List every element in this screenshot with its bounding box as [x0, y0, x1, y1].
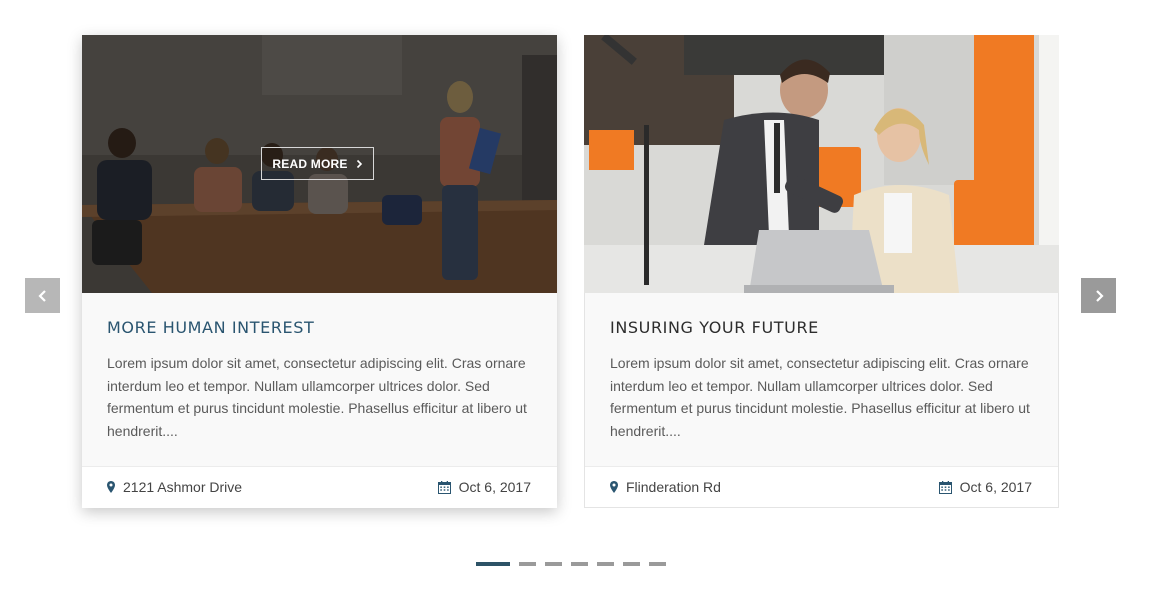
- card-image: [584, 35, 1059, 293]
- pagination-dot-7[interactable]: [649, 562, 666, 566]
- card-body: INSURING YOUR FUTURE Lorem ipsum dolor s…: [585, 293, 1058, 467]
- card-date: Oct 6, 2017: [437, 479, 531, 495]
- carousel-next-button[interactable]: [1081, 278, 1116, 313]
- card-footer: Flinderation Rd Oct 6, 2017: [585, 467, 1058, 507]
- chevron-right-icon: [1095, 289, 1104, 302]
- carousel-prev-button[interactable]: [25, 278, 60, 313]
- location-text: Flinderation Rd: [626, 479, 721, 495]
- read-more-label: READ MORE: [272, 156, 348, 171]
- carousel-pagination: [476, 562, 666, 566]
- map-marker-icon: [107, 481, 115, 493]
- card-title[interactable]: INSURING YOUR FUTURE: [610, 318, 1033, 338]
- pagination-dot-1[interactable]: [476, 562, 510, 566]
- card-image: READ MORE: [82, 35, 557, 293]
- calendar-icon: [437, 480, 451, 494]
- card-date: Oct 6, 2017: [938, 479, 1032, 495]
- office-laptop-photo: [584, 35, 1059, 293]
- card-excerpt: Lorem ipsum dolor sit amet, consectetur …: [610, 355, 1030, 439]
- card-location: Flinderation Rd: [610, 479, 721, 495]
- event-card-1[interactable]: READ MORE MORE HUMAN INTEREST Lorem ipsu…: [82, 35, 557, 508]
- read-more-button[interactable]: READ MORE: [261, 147, 374, 180]
- card-title[interactable]: MORE HUMAN INTEREST: [107, 318, 532, 338]
- date-text: Oct 6, 2017: [458, 479, 531, 495]
- chevron-left-icon: [37, 289, 46, 302]
- pagination-dot-4[interactable]: [571, 562, 588, 566]
- pagination-dot-6[interactable]: [623, 562, 640, 566]
- card-body: MORE HUMAN INTEREST Lorem ipsum dolor si…: [82, 293, 557, 467]
- date-text: Oct 6, 2017: [959, 479, 1032, 495]
- location-text: 2121 Ashmor Drive: [123, 479, 243, 495]
- event-card-2[interactable]: INSURING YOUR FUTURE Lorem ipsum dolor s…: [584, 35, 1059, 508]
- card-location: 2121 Ashmor Drive: [107, 479, 242, 495]
- pagination-dot-5[interactable]: [597, 562, 614, 566]
- calendar-icon: [938, 480, 952, 494]
- map-marker-icon: [610, 481, 618, 493]
- chevron-right-icon: [356, 159, 362, 168]
- pagination-dot-2[interactable]: [519, 562, 536, 566]
- pagination-dot-3[interactable]: [545, 562, 562, 566]
- card-footer: 2121 Ashmor Drive Oct 6, 2017: [82, 467, 557, 507]
- card-excerpt: Lorem ipsum dolor sit amet, consectetur …: [107, 355, 527, 439]
